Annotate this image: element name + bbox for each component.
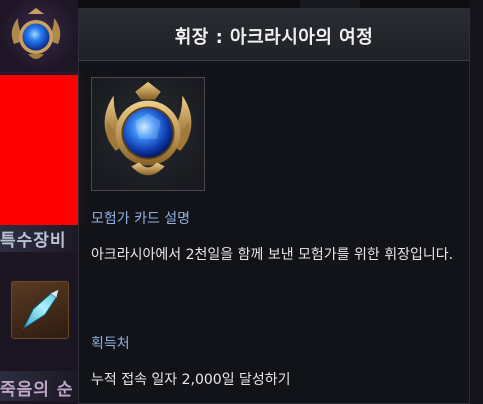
right-edge-panel [470, 0, 483, 404]
redacted-region [0, 75, 84, 225]
tooltip-title: 휘장 : 아크라시아의 여정 [174, 27, 374, 48]
description-text: 아크라시아에서 2천일을 함께 보낸 모험가를 위한 휘장입니다. [91, 247, 454, 263]
description-heading: 모험가 카드 설명 [91, 211, 191, 227]
emblem-slot[interactable] [0, 0, 78, 72]
section-label-special-equipment: 특수장비 [0, 231, 67, 251]
item-tooltip: 휘장 : 아크라시아의 여정 모험가 카드 설명 아크라시아에서 2천일을 함께… [78, 8, 470, 404]
crystal-shard-icon [22, 289, 59, 330]
emblem-icon [104, 81, 192, 176]
item-slot[interactable] [11, 281, 69, 339]
tooltip-header: 휘장 : 아크라시아의 여정 [79, 9, 469, 61]
emblem-preview [91, 77, 205, 191]
acquisition-heading: 획득처 [91, 336, 130, 352]
section-label-death: 죽음의 순 [0, 380, 74, 400]
emblem-icon [11, 8, 61, 59]
acquisition-text: 누적 접속 일자 2,000일 달성하기 [91, 372, 291, 388]
